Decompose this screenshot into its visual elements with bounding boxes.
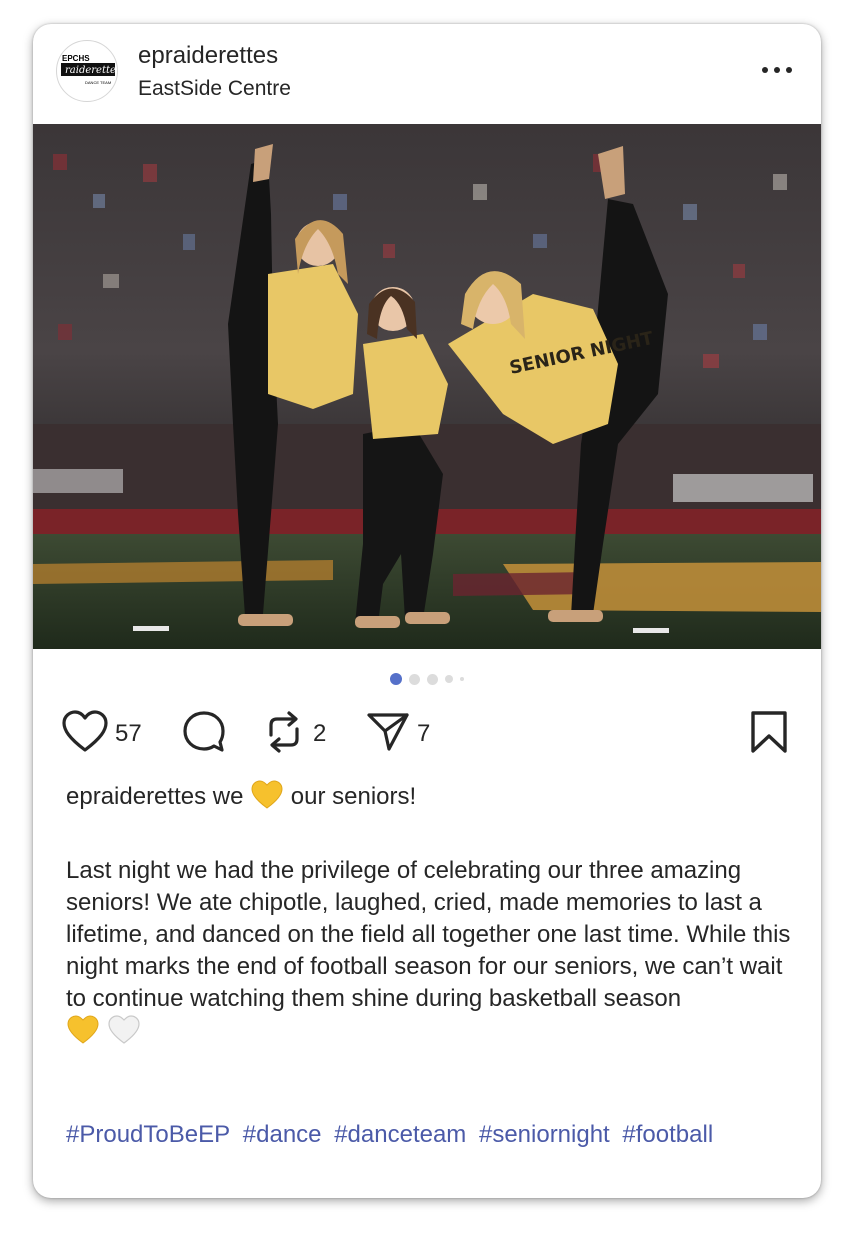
repost-icon[interactable] <box>261 709 307 760</box>
post-header: EPCHS raiderettes DANCE TEAM epraiderett… <box>33 24 821 124</box>
carousel-dot[interactable] <box>445 675 453 683</box>
repost-count: 2 <box>313 720 327 747</box>
carousel-dot[interactable] <box>409 673 420 685</box>
avatar-bottom-text: DANCE TEAM <box>85 80 111 85</box>
post-card: EPCHS raiderettes DANCE TEAM epraiderett… <box>33 24 821 1198</box>
carousel-dot[interactable] <box>390 673 402 685</box>
like-button[interactable]: 57 <box>61 704 142 764</box>
carousel-indicator <box>33 672 821 686</box>
avatar-top-text: EPCHS <box>62 54 90 63</box>
hashtag-link[interactable]: #football <box>622 1121 713 1148</box>
save-button[interactable] <box>746 704 792 764</box>
comment-button[interactable] <box>181 704 227 764</box>
caption-body: Last night we had the privilege of celeb… <box>66 855 796 1054</box>
send-icon[interactable] <box>365 709 411 760</box>
post-location[interactable]: EastSide Centre <box>138 77 291 101</box>
post-username[interactable]: epraiderettes <box>138 42 278 70</box>
repost-button[interactable]: 2 <box>261 704 326 764</box>
carousel-dot[interactable] <box>460 677 464 681</box>
hashtag-link[interactable]: #dance <box>243 1121 322 1148</box>
action-bar: 57 2 7 <box>33 704 821 764</box>
caption-text-before: we <box>212 783 244 810</box>
caption-username[interactable]: epraiderettes <box>66 783 206 810</box>
carousel-dot[interactable] <box>427 673 438 685</box>
comment-icon[interactable] <box>181 709 227 760</box>
post-photo[interactable]: SENIOR NIGHT <box>33 124 821 649</box>
hashtags: #ProudToBeEP #dance #danceteam #seniorni… <box>66 1119 796 1151</box>
yellow-heart-icon <box>66 1015 100 1054</box>
avatar[interactable]: EPCHS raiderettes DANCE TEAM <box>56 40 118 102</box>
white-heart-icon <box>107 1015 141 1054</box>
share-button[interactable]: 7 <box>365 704 430 764</box>
more-options-icon[interactable] <box>757 58 797 82</box>
hashtag-link[interactable]: #ProudToBeEP <box>66 1121 230 1148</box>
avatar-middle-text: raiderettes <box>65 65 117 76</box>
caption-text-after: our seniors! <box>290 783 417 810</box>
bookmark-icon[interactable] <box>746 709 792 760</box>
caption-line: epraiderettes we our seniors! <box>66 780 796 819</box>
like-count: 57 <box>115 720 142 747</box>
heart-icon[interactable] <box>61 709 109 759</box>
yellow-heart-icon <box>250 780 284 819</box>
hashtag-link[interactable]: #seniornight <box>479 1121 610 1148</box>
share-count: 7 <box>417 720 431 747</box>
caption-body-text: Last night we had the privilege of celeb… <box>66 857 791 1012</box>
hashtag-link[interactable]: #danceteam <box>334 1121 466 1148</box>
